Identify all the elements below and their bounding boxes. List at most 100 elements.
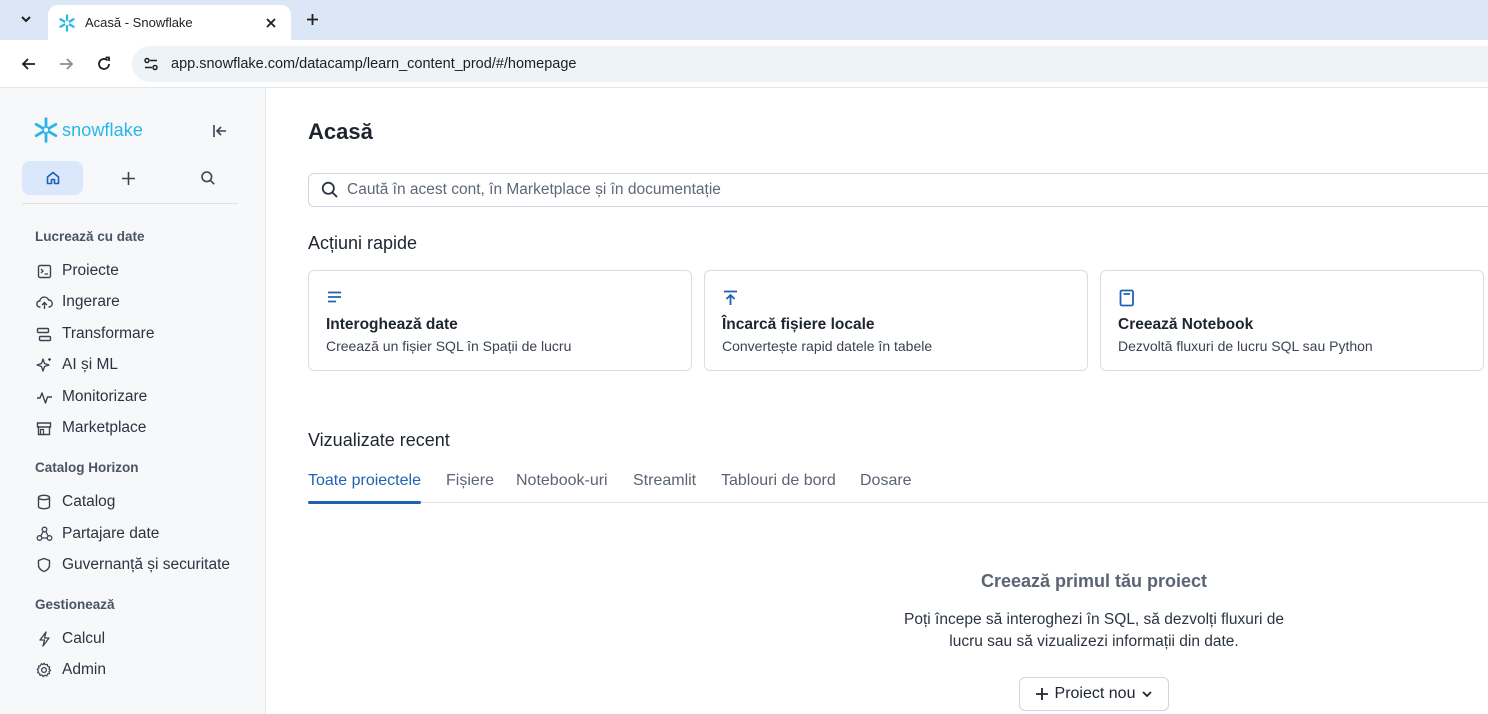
sidebar-item-label: Proiecte — [62, 262, 119, 279]
lines-icon — [326, 289, 344, 307]
section-label-work-with-data: Lucrează cu date — [35, 229, 145, 244]
gear-icon — [35, 661, 53, 679]
chevron-down-icon — [1142, 691, 1153, 698]
sidebar-divider — [22, 203, 238, 204]
sidebar-item-label: Marketplace — [62, 419, 147, 436]
sidebar-item-catalog[interactable]: Catalog — [32, 488, 256, 516]
sidebar-item-compute[interactable]: Calcul — [32, 625, 256, 653]
upload-icon — [722, 289, 740, 307]
new-project-button[interactable]: Proiect nou — [1019, 677, 1169, 711]
sidebar-item-label: Transformare — [62, 325, 155, 342]
snowflake-favicon-icon — [58, 13, 76, 32]
tab-notebooks[interactable]: Notebook-uri — [516, 472, 608, 503]
store-icon — [35, 419, 53, 437]
recent-tabs: Toate proiectele Fișiere Notebook-uri St… — [308, 469, 1488, 504]
search-input[interactable] — [347, 181, 1447, 199]
notebook-icon — [1118, 289, 1136, 307]
sidebar-quick-buttons — [22, 161, 238, 195]
quick-action-create-notebook[interactable]: Creează Notebook Dezvoltă fluxuri de luc… — [1100, 270, 1484, 371]
cloud-upload-icon — [35, 293, 53, 311]
search-icon — [320, 180, 340, 200]
sidebar-item-label: Partajare date — [62, 525, 160, 542]
reload-button[interactable] — [92, 52, 116, 76]
page-title: Acasă — [308, 119, 373, 144]
main-content: Acasă Acțiuni rapide Interoghează date C… — [266, 88, 1488, 714]
database-icon — [35, 493, 53, 511]
transform-icon — [35, 325, 53, 343]
arrow-right-icon — [60, 58, 74, 70]
browser-tabstrip: Acasă - Snowflake — [0, 0, 1488, 40]
sidebar-item-projects[interactable]: Proiecte — [32, 257, 256, 285]
home-button[interactable] — [22, 161, 83, 195]
tab-folders[interactable]: Dosare — [860, 472, 912, 503]
new-tab-button[interactable] — [300, 8, 324, 30]
card-description: Creează un fișier SQL în Spații de lucru — [326, 338, 572, 354]
tab-streamlit[interactable]: Streamlit — [633, 472, 696, 503]
forward-button[interactable] — [54, 52, 78, 76]
sidebar-item-label: AI și ML — [62, 356, 118, 373]
chevron-down-icon — [21, 16, 31, 23]
sidebar-item-data-sharing[interactable]: Partajare date — [32, 520, 256, 548]
new-project-label: Proiect nou — [1054, 685, 1136, 702]
collapse-sidebar-button[interactable] — [210, 121, 230, 141]
projects-icon — [35, 262, 53, 280]
url-text: app.snowflake.com/datacamp/learn_content… — [171, 56, 577, 72]
sidebar-item-label: Catalog — [62, 493, 116, 510]
tab-all-projects[interactable]: Toate proiectele — [308, 472, 421, 504]
logo-text: snowflake — [62, 119, 143, 140]
plus-icon — [122, 171, 135, 185]
address-bar[interactable]: app.snowflake.com/datacamp/learn_content… — [132, 46, 1488, 82]
tab-title: Acasă - Snowflake — [85, 15, 193, 30]
sidebar-item-monitoring[interactable]: Monitorizare — [32, 383, 256, 411]
sidebar-item-label: Guvernanță și securitate — [62, 556, 231, 573]
sidebar-item-label: Ingerare — [62, 293, 120, 310]
collapse-left-icon — [213, 125, 226, 137]
tab-search-button[interactable] — [10, 6, 42, 32]
home-icon — [46, 171, 59, 185]
lightning-icon — [35, 630, 53, 648]
sidebar-item-ingest[interactable]: Ingerare — [32, 288, 256, 316]
sidebar-item-label: Monitorizare — [62, 388, 148, 405]
card-description: Dezvoltă fluxuri de lucru SQL sau Python — [1118, 338, 1373, 354]
share-icon — [35, 525, 53, 543]
global-search[interactable] — [308, 173, 1488, 207]
snowflake-logo-icon — [34, 117, 58, 143]
card-title: Interoghează date — [326, 316, 458, 333]
search-button[interactable] — [177, 161, 238, 195]
sidebar-item-transform[interactable]: Transformare — [32, 320, 256, 348]
snowflake-logo[interactable]: snowflake — [33, 117, 143, 143]
sidebar-item-marketplace[interactable]: Marketplace — [32, 414, 256, 442]
site-settings-icon[interactable] — [142, 55, 160, 73]
quick-actions-title: Acțiuni rapide — [308, 233, 418, 253]
sidebar: snowflake Lucrează cu date Proiecte Inge… — [0, 88, 266, 714]
browser-tab[interactable]: Acasă - Snowflake — [48, 5, 291, 40]
arrow-left-icon — [21, 58, 35, 70]
sidebar-item-label: Calcul — [62, 630, 106, 647]
card-description: Convertește rapid datele în tabele — [722, 338, 933, 354]
search-icon — [200, 171, 215, 185]
section-label-horizon-catalog: Catalog Horizon — [35, 460, 139, 475]
shield-icon — [35, 556, 53, 574]
sidebar-item-ai-ml[interactable]: AI și ML — [32, 351, 256, 379]
section-label-manage: Gestionează — [35, 597, 115, 612]
sidebar-item-label: Admin — [62, 661, 106, 678]
quick-action-upload-files[interactable]: Încarcă fișiere locale Convertește rapid… — [704, 270, 1088, 371]
back-button[interactable] — [17, 52, 41, 76]
empty-state-description: Poți începe să interoghezi în SQL, să de… — [904, 611, 1284, 650]
activity-icon — [35, 388, 53, 406]
tab-dashboards[interactable]: Tablouri de bord — [721, 472, 836, 503]
sparkle-icon — [35, 356, 53, 374]
card-title: Creează Notebook — [1118, 316, 1254, 333]
recently-viewed-title: Vizualizate recent — [308, 430, 450, 450]
create-button[interactable] — [98, 161, 159, 195]
plus-icon — [1035, 688, 1048, 700]
reload-icon — [98, 56, 110, 70]
quick-action-query-data[interactable]: Interoghează date Creează un fișier SQL … — [308, 270, 692, 371]
tab-files[interactable]: Fișiere — [446, 472, 494, 503]
sidebar-item-admin[interactable]: Admin — [32, 656, 256, 684]
sidebar-item-governance-security[interactable]: Guvernanță și securitate — [32, 551, 256, 579]
plus-icon — [306, 13, 318, 25]
card-title: Încarcă fișiere locale — [722, 316, 875, 333]
browser-toolbar: app.snowflake.com/datacamp/learn_content… — [0, 40, 1488, 88]
close-tab-icon[interactable] — [261, 13, 281, 33]
